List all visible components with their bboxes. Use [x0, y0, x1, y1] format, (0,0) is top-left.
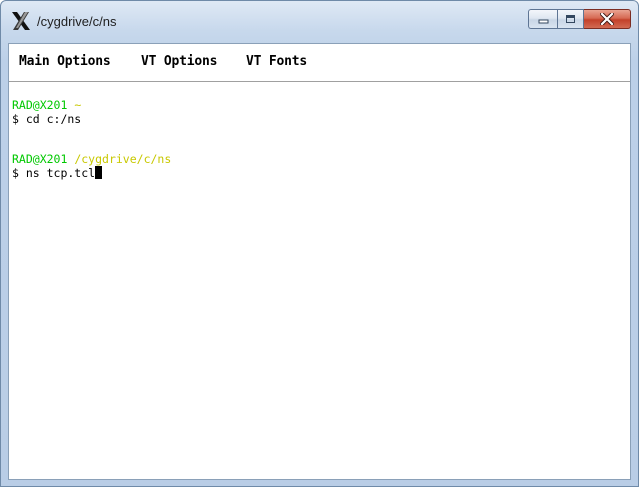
client-area: Main Options VT Options VT Fonts RAD@X20… — [8, 43, 631, 480]
maximize-icon — [566, 15, 575, 23]
caption-buttons — [528, 9, 631, 29]
menu-vt-options[interactable]: VT Options — [141, 54, 217, 69]
window-title: /cygdrive/c/ns — [37, 14, 117, 29]
menu-main-options[interactable]: Main Options — [19, 54, 111, 69]
command-text: $ ns tcp.tcl — [12, 166, 96, 180]
close-icon — [600, 13, 614, 25]
command-line: $ ns tcp.tcl — [12, 166, 103, 180]
menu-vt-fonts[interactable]: VT Fonts — [246, 54, 307, 69]
text-cursor — [95, 166, 103, 179]
prompt-line: RAD@X201 ~ — [12, 98, 81, 112]
prompt-user: RAD@X201 — [12, 98, 68, 112]
minimize-button[interactable] — [528, 9, 557, 29]
x-window-icon — [12, 12, 30, 30]
prompt-line: RAD@X201 /cygdrive/c/ns — [12, 152, 171, 166]
xterm-window: /cygdrive/c/ns Main Options VT Options V… — [0, 0, 639, 487]
prompt-path: ~ — [74, 98, 82, 112]
prompt-user: RAD@X201 — [12, 152, 68, 166]
command-line: $ cd c:/ns — [12, 112, 82, 126]
prompt-path: /cygdrive/c/ns — [74, 152, 172, 166]
close-button[interactable] — [584, 9, 631, 29]
minimize-icon — [538, 19, 548, 23]
terminal-output[interactable]: RAD@X201 ~ $ cd c:/ns RAD@X201 /cygdrive… — [9, 82, 630, 479]
menu-bar: Main Options VT Options VT Fonts — [9, 44, 630, 82]
maximize-button[interactable] — [557, 9, 584, 29]
title-bar[interactable]: /cygdrive/c/ns — [1, 1, 638, 43]
